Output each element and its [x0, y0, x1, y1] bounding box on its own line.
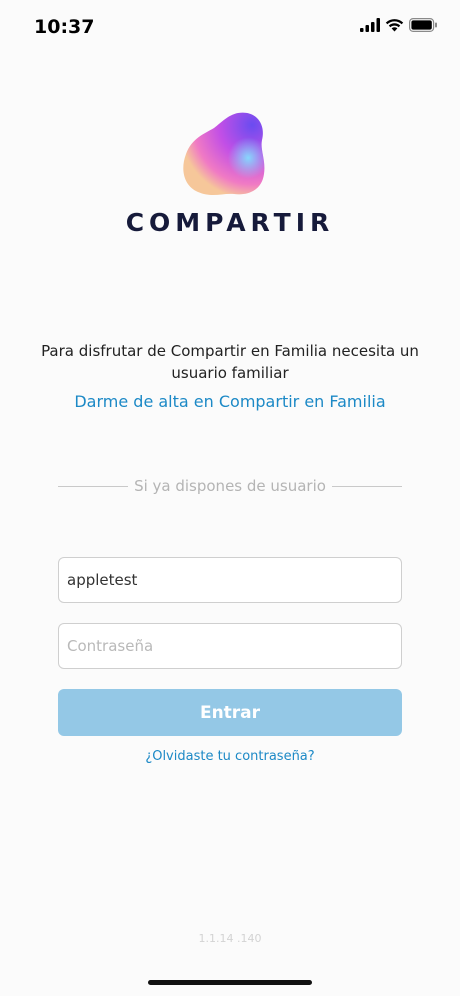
- forgot-password-link[interactable]: ¿Olvidaste tu contraseña?: [0, 749, 460, 764]
- brand-wordmark: COMPARTIR: [125, 208, 335, 237]
- status-bar: 10:37: [0, 0, 460, 54]
- battery-icon: [409, 18, 437, 32]
- status-time: 10:37: [34, 16, 95, 38]
- wifi-icon: [385, 19, 404, 32]
- logo-icon: [183, 112, 265, 196]
- signal-icon: [360, 18, 380, 32]
- username-input[interactable]: [58, 557, 402, 603]
- app-version: 1.1.14 .140: [198, 932, 262, 945]
- intro-message: Para disfrutar de Compartir en Familia n…: [41, 342, 419, 382]
- divider-line-right: [331, 485, 402, 487]
- signup-link[interactable]: Darme de alta en Compartir en Familia: [0, 392, 460, 411]
- divider-text: Si ya dispones de usuario: [134, 477, 326, 495]
- password-input[interactable]: [58, 623, 402, 669]
- divider-line-left: [58, 485, 129, 487]
- enter-button[interactable]: Entrar: [58, 689, 402, 736]
- home-indicator[interactable]: [148, 980, 312, 985]
- login-divider: Si ya dispones de usuario: [58, 476, 402, 496]
